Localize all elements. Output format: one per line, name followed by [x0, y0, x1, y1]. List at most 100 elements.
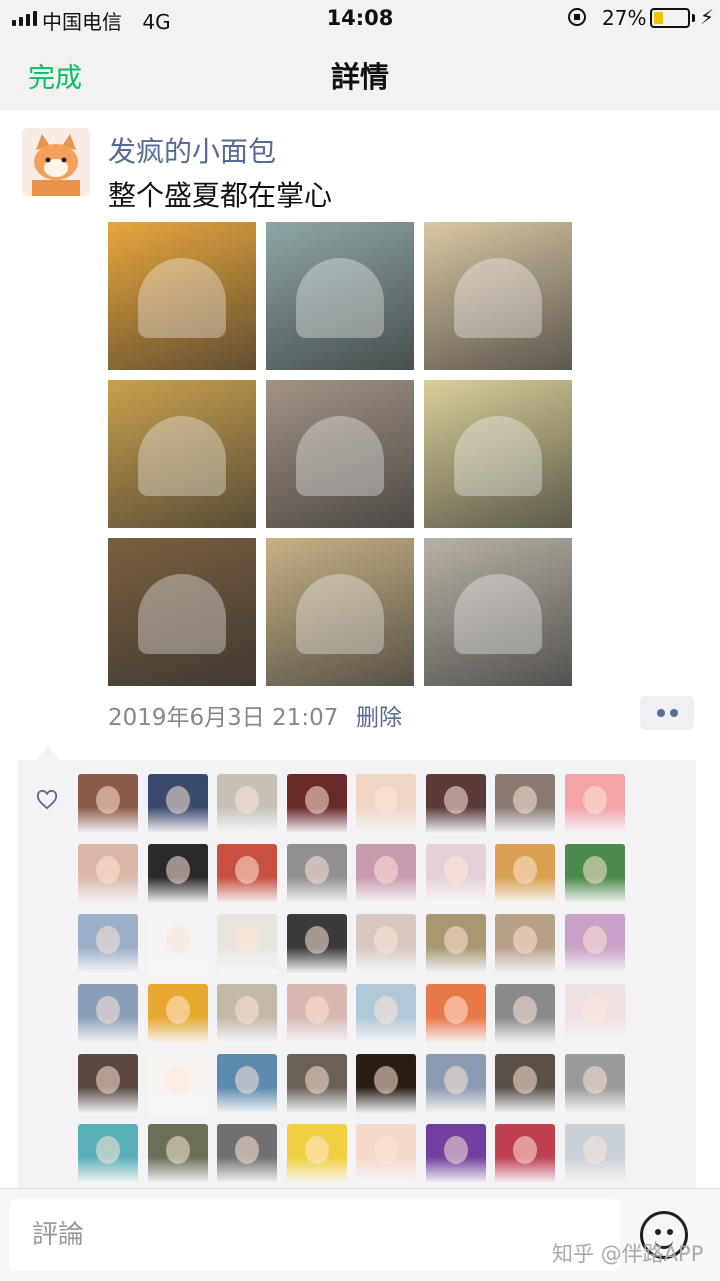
- liker-avatar[interactable]: [356, 774, 416, 834]
- liker-avatar[interactable]: [217, 1124, 277, 1184]
- liker-avatar[interactable]: [217, 1054, 277, 1114]
- post-username[interactable]: 发疯的小面包: [108, 130, 276, 170]
- more-options-button[interactable]: [640, 696, 694, 730]
- liker-avatar[interactable]: [78, 1054, 138, 1114]
- liker-avatar[interactable]: [495, 844, 555, 904]
- emoji-eye: [667, 1229, 673, 1235]
- ice-cream-cone-photo[interactable]: [424, 538, 572, 686]
- avatar-face: [374, 1066, 398, 1094]
- liker-avatar[interactable]: [286, 914, 347, 974]
- liker-avatar[interactable]: [356, 844, 416, 904]
- liker-avatar[interactable]: [356, 1054, 416, 1114]
- liker-avatar[interactable]: [564, 1124, 625, 1184]
- likes-caret: [36, 746, 60, 760]
- liker-avatar[interactable]: [147, 984, 208, 1044]
- avatar-face: [304, 996, 329, 1024]
- liker-avatar[interactable]: [147, 1054, 208, 1114]
- nitro-coffee-photo[interactable]: [266, 380, 414, 528]
- avatar-face: [374, 1136, 398, 1164]
- photo-subject: [138, 416, 226, 496]
- dot-icon: [657, 709, 665, 717]
- avatar-face: [582, 856, 607, 884]
- liker-avatar[interactable]: [286, 844, 347, 904]
- liker-avatar[interactable]: [495, 914, 555, 974]
- avatar-face: [304, 1136, 329, 1164]
- avatar-face: [96, 926, 120, 954]
- liker-avatar[interactable]: [217, 774, 277, 834]
- delete-button[interactable]: 删除: [356, 698, 402, 732]
- liker-avatar[interactable]: [78, 984, 138, 1044]
- liker-avatar[interactable]: [147, 844, 208, 904]
- photo-subject: [454, 574, 542, 654]
- avatar-face: [513, 926, 537, 954]
- avatar-face: [443, 1136, 468, 1164]
- liker-avatar[interactable]: [356, 1124, 416, 1184]
- photo-subject: [296, 258, 384, 338]
- liker-avatar[interactable]: [495, 1054, 555, 1114]
- liker-avatar[interactable]: [425, 844, 486, 904]
- comment-input[interactable]: [10, 1199, 620, 1271]
- liker-avatar[interactable]: [564, 914, 625, 974]
- photo-subject: [138, 574, 226, 654]
- avatar-face: [513, 1066, 537, 1094]
- liker-avatar[interactable]: [564, 774, 625, 834]
- avatar-face: [96, 856, 120, 884]
- liker-avatar[interactable]: [217, 844, 277, 904]
- avatar-face: [165, 996, 190, 1024]
- watermark: 知乎 @伴路APP: [552, 1242, 704, 1266]
- avatar-face: [165, 926, 190, 954]
- liker-avatar[interactable]: [78, 774, 138, 834]
- avatar-face: [582, 996, 607, 1024]
- iced-tea-glass-photo[interactable]: [108, 380, 256, 528]
- shop-front-photo[interactable]: [108, 538, 256, 686]
- avatar-face: [235, 926, 259, 954]
- liker-avatar[interactable]: [217, 914, 277, 974]
- avatar-face: [443, 1066, 468, 1094]
- liker-avatar[interactable]: [495, 774, 555, 834]
- mango-dessert-photo[interactable]: [108, 222, 256, 370]
- avatar-face: [165, 786, 190, 814]
- liker-avatar[interactable]: [286, 774, 347, 834]
- avatar-face: [443, 786, 468, 814]
- liker-avatar[interactable]: [425, 1124, 486, 1184]
- avatar-face: [374, 996, 398, 1024]
- avatar-face: [582, 926, 607, 954]
- liker-avatar[interactable]: [356, 914, 416, 974]
- photo-subject: [454, 258, 542, 338]
- oreo-cake-photo[interactable]: [424, 380, 572, 528]
- liker-avatar[interactable]: [564, 1054, 625, 1114]
- avatar-face: [374, 786, 398, 814]
- avatar-face: [235, 786, 259, 814]
- liker-avatar[interactable]: [356, 984, 416, 1044]
- liker-avatar[interactable]: [147, 1124, 208, 1184]
- liker-avatar[interactable]: [78, 914, 138, 974]
- pancake-plate-photo[interactable]: [266, 538, 414, 686]
- liker-avatar[interactable]: [286, 1124, 347, 1184]
- avatar-face: [165, 1136, 190, 1164]
- liker-avatar[interactable]: [564, 984, 625, 1044]
- liker-avatar[interactable]: [286, 984, 347, 1044]
- liker-avatar[interactable]: [286, 1054, 347, 1114]
- liker-avatar[interactable]: [217, 984, 277, 1044]
- post-timestamp: 2019年6月3日 21:07: [108, 705, 339, 731]
- liker-avatar[interactable]: [425, 984, 486, 1044]
- liker-avatar[interactable]: [495, 1124, 555, 1184]
- mango-dessert-cup-photo[interactable]: [424, 222, 572, 370]
- liker-avatar[interactable]: [425, 1054, 486, 1114]
- photo-grid: [108, 222, 574, 686]
- liker-avatar[interactable]: [78, 844, 138, 904]
- liker-avatar[interactable]: [425, 774, 486, 834]
- liker-avatar[interactable]: [147, 914, 208, 974]
- liker-avatar[interactable]: [147, 774, 208, 834]
- photo-subject: [296, 574, 384, 654]
- liker-avatar[interactable]: [425, 914, 486, 974]
- liker-avatar[interactable]: [564, 844, 625, 904]
- iced-water-glass-photo[interactable]: [266, 222, 414, 370]
- user-avatar[interactable]: [22, 128, 90, 196]
- avatar-face: [235, 996, 259, 1024]
- liker-avatar[interactable]: [495, 984, 555, 1044]
- avatar-face: [582, 1066, 607, 1094]
- likers-grid: [78, 774, 625, 1184]
- avatar-face: [165, 856, 190, 884]
- liker-avatar[interactable]: [78, 1124, 138, 1184]
